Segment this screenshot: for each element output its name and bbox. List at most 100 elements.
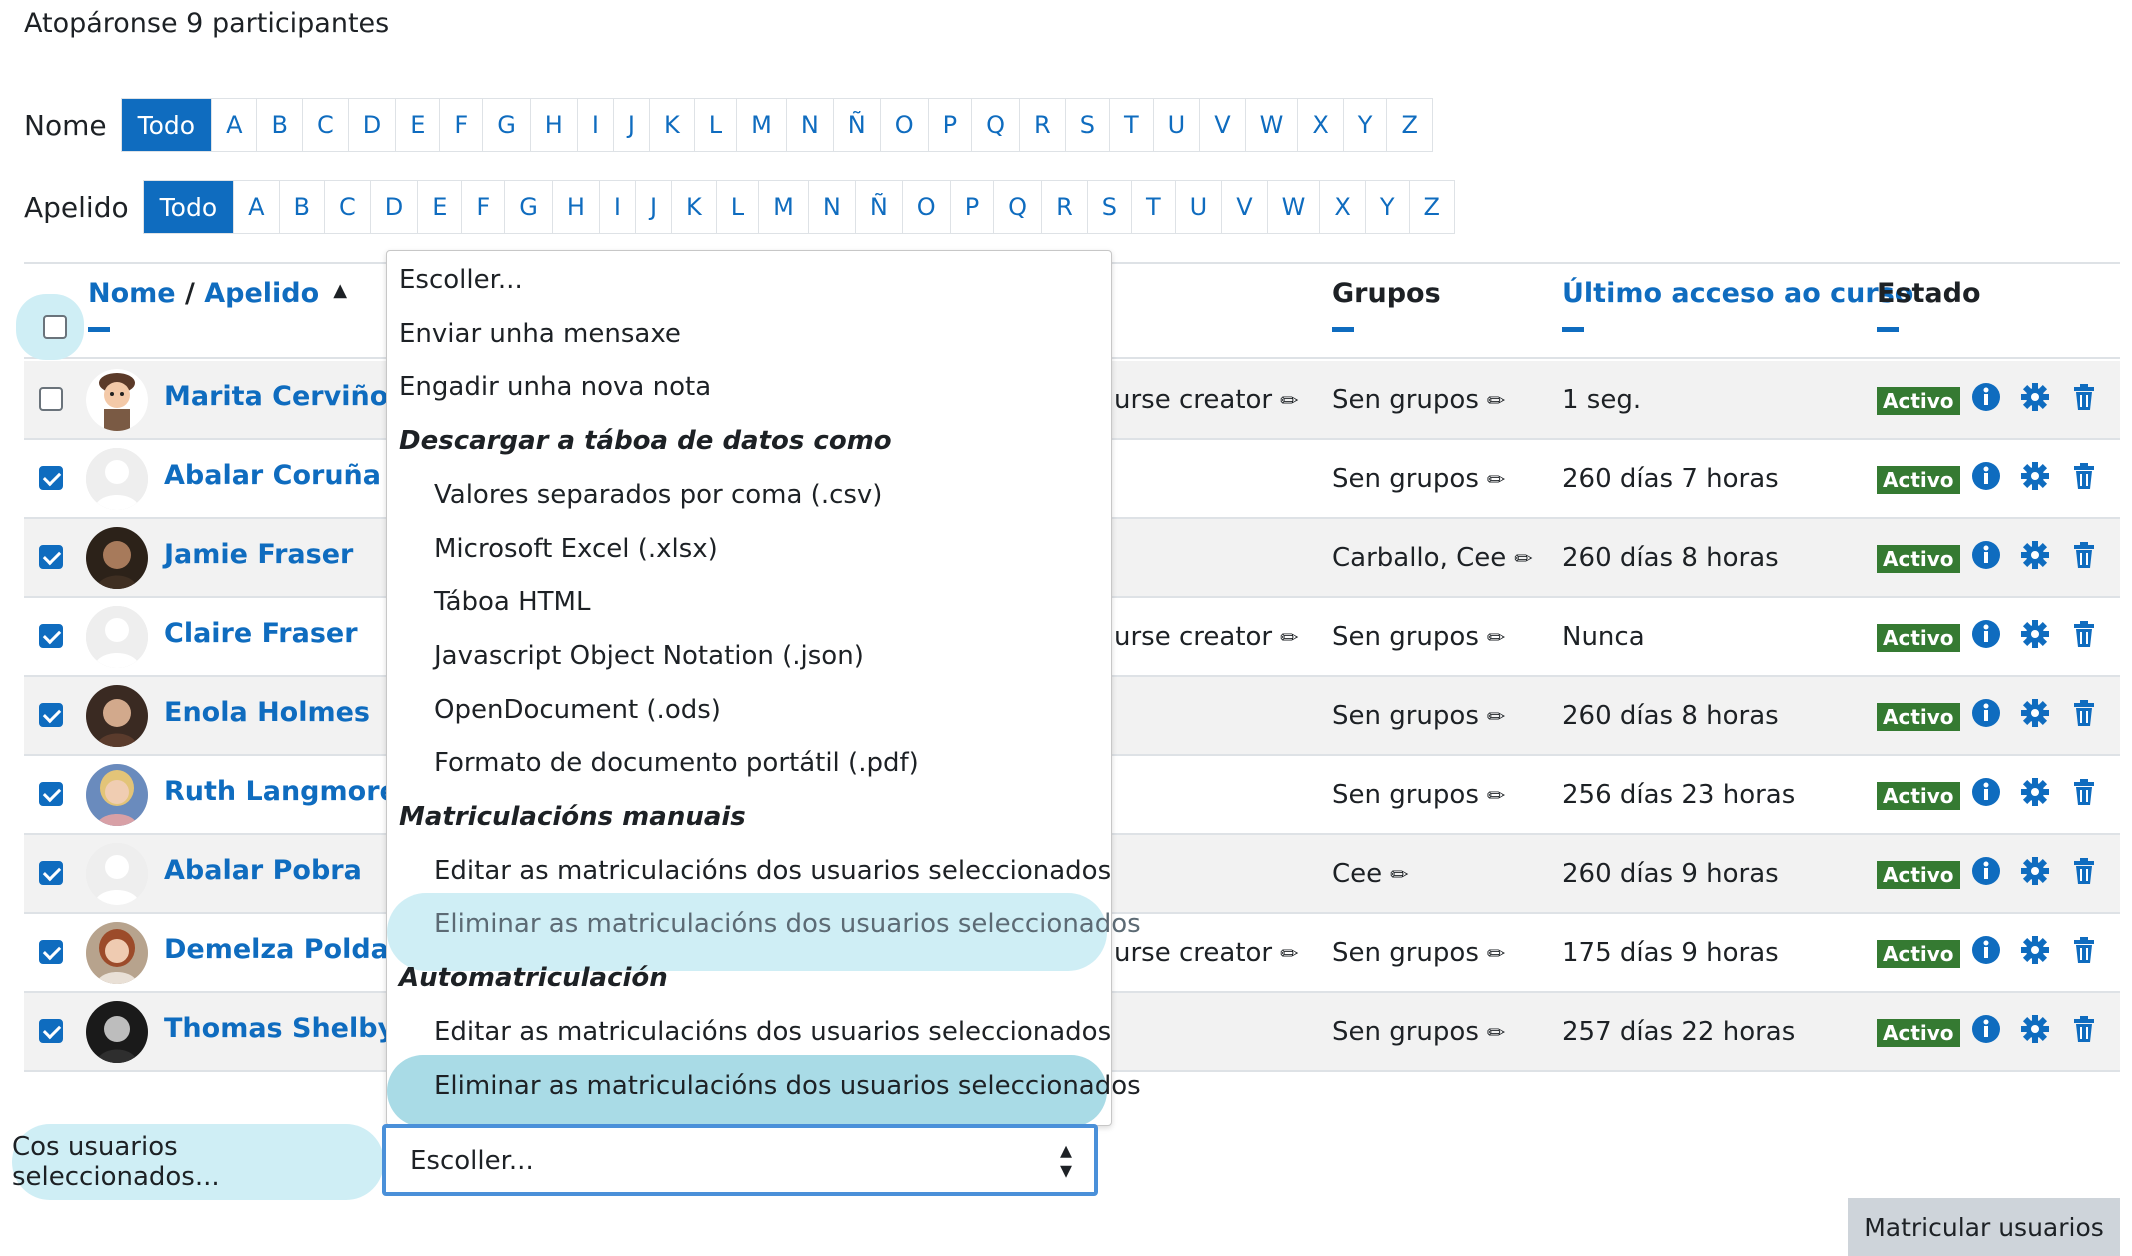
first-name-initial-letter[interactable]: P (927, 99, 971, 151)
edit-groups-pencil-icon[interactable]: ✏ (1487, 468, 1505, 493)
edit-groups-pencil-icon[interactable]: ✏ (1487, 1021, 1505, 1046)
enrolment-details-info-icon[interactable] (1970, 1013, 2002, 1045)
edit-groups-pencil-icon[interactable]: ✏ (1514, 547, 1532, 572)
hide-column-icon[interactable] (88, 327, 110, 332)
last-name-initial-letter[interactable]: L (715, 181, 758, 233)
row-select-checkbox[interactable] (39, 703, 63, 727)
enrol-users-button[interactable]: Matricular usuarios (1848, 1198, 2120, 1256)
row-select-checkbox[interactable] (39, 1019, 63, 1043)
first-name-initial-letter[interactable]: K (649, 99, 694, 151)
unenrol-trash-icon[interactable] (2068, 697, 2100, 729)
first-name-initial-letter[interactable]: A (211, 99, 256, 151)
edit-enrolment-gear-icon[interactable] (2019, 460, 2051, 492)
first-name-initial-letter[interactable]: B (256, 99, 301, 151)
dropdown-option[interactable]: Editar as matriculacións dos usuarios se… (434, 856, 1111, 886)
first-name-initial-letter[interactable]: O (879, 99, 928, 151)
edit-enrolment-gear-icon[interactable] (2019, 776, 2051, 808)
unenrol-trash-icon[interactable] (2068, 460, 2100, 492)
bulk-actions-select[interactable]: Escoller... ▴ ▾ (382, 1124, 1098, 1196)
edit-enrolment-gear-icon[interactable] (2019, 934, 2051, 966)
dropdown-option[interactable]: Enviar unha mensaxe (399, 319, 681, 349)
last-name-initial-letter[interactable]: C (324, 181, 370, 233)
last-name-initial-letter[interactable]: E (417, 181, 461, 233)
participant-name-link[interactable]: Enola Holmes (164, 697, 370, 728)
row-select-checkbox[interactable] (39, 387, 63, 411)
first-name-initial-all[interactable]: Todo (121, 99, 212, 151)
dropdown-option[interactable]: Valores separados por coma (.csv) (434, 480, 882, 510)
dropdown-option[interactable]: Eliminar as matriculacións dos usuarios … (434, 909, 1141, 939)
dropdown-option[interactable]: Táboa HTML (434, 587, 590, 617)
first-name-initial-letter[interactable]: T (1108, 99, 1153, 151)
unenrol-trash-icon[interactable] (2068, 855, 2100, 887)
first-name-initial-letter[interactable]: C (301, 99, 348, 151)
last-name-initial-letter[interactable]: P (949, 181, 993, 233)
dropdown-option[interactable]: Engadir unha nova nota (399, 372, 711, 402)
unenrol-trash-icon[interactable] (2068, 1013, 2100, 1045)
first-name-initial-letter[interactable]: I (576, 99, 613, 151)
last-name-initial-letter[interactable]: F (461, 181, 504, 233)
participant-name-link[interactable]: Abalar Pobra (164, 855, 362, 886)
edit-enrolment-gear-icon[interactable] (2019, 1013, 2051, 1045)
first-name-initial-letter[interactable]: W (1244, 99, 1298, 151)
last-name-initial-letter[interactable]: A (233, 181, 278, 233)
enrolment-details-info-icon[interactable] (1970, 381, 2002, 413)
edit-groups-pencil-icon[interactable]: ✏ (1487, 784, 1505, 809)
edit-enrolment-gear-icon[interactable] (2019, 618, 2051, 650)
row-select-checkbox[interactable] (39, 545, 63, 569)
row-select-checkbox[interactable] (39, 861, 63, 885)
edit-groups-pencil-icon[interactable]: ✏ (1487, 942, 1505, 967)
participant-name-link[interactable]: Demelza Poldark (164, 934, 420, 965)
last-name-initial-letter[interactable]: Z (1408, 181, 1454, 233)
last-name-initial-letter[interactable]: T (1130, 181, 1175, 233)
edit-enrolment-gear-icon[interactable] (2019, 855, 2051, 887)
row-select-checkbox[interactable] (39, 782, 63, 806)
enrolment-details-info-icon[interactable] (1970, 776, 2002, 808)
last-name-initial-letter[interactable]: K (671, 181, 716, 233)
sort-last-name-link[interactable]: Apelido (204, 278, 319, 309)
last-name-initial-letter[interactable]: N (807, 181, 855, 233)
edit-groups-pencil-icon[interactable]: ✏ (1390, 863, 1408, 888)
last-name-initial-letter[interactable]: H (551, 181, 599, 233)
last-access-header-label[interactable]: Último acceso ao curso (1562, 278, 1913, 309)
unenrol-trash-icon[interactable] (2068, 618, 2100, 650)
last-name-initial-letter[interactable]: Ñ (854, 181, 902, 233)
participant-name-link[interactable]: Marita Cerviño (164, 381, 388, 412)
edit-enrolment-gear-icon[interactable] (2019, 697, 2051, 729)
participant-name-link[interactable]: Thomas Shelby (164, 1013, 395, 1044)
participant-name-link[interactable]: Abalar Coruña (164, 460, 381, 491)
first-name-initial-letter[interactable]: G (482, 99, 530, 151)
first-name-initial-letter[interactable]: M (736, 99, 786, 151)
last-name-initial-letter[interactable]: S (1086, 181, 1131, 233)
last-name-initial-letter[interactable]: O (901, 181, 950, 233)
sort-first-name-link[interactable]: Nome (88, 278, 176, 309)
enrolment-details-info-icon[interactable] (1970, 539, 2002, 571)
dropdown-option[interactable]: Eliminar as matriculacións dos usuarios … (434, 1071, 1141, 1101)
first-name-initial-letter[interactable]: Z (1386, 99, 1431, 151)
first-name-initial-letter[interactable]: Y (1342, 99, 1387, 151)
unenrol-trash-icon[interactable] (2068, 381, 2100, 413)
first-name-initial-letter[interactable]: X (1297, 99, 1342, 151)
enrolment-details-info-icon[interactable] (1970, 697, 2002, 729)
first-name-initial-letter[interactable]: F (439, 99, 482, 151)
enrolment-details-info-icon[interactable] (1970, 460, 2002, 492)
unenrol-trash-icon[interactable] (2068, 776, 2100, 808)
last-name-initial-letter[interactable]: X (1319, 181, 1364, 233)
last-name-initial-letter[interactable]: U (1174, 181, 1222, 233)
row-select-checkbox[interactable] (39, 624, 63, 648)
last-name-initial-letter[interactable]: Y (1364, 181, 1409, 233)
last-name-initial-letter[interactable]: V (1221, 181, 1266, 233)
edit-roles-pencil-icon[interactable]: ✏ (1280, 626, 1298, 651)
last-name-initial-letter[interactable]: Q (993, 181, 1041, 233)
participant-name-link[interactable]: Ruth Langmore (164, 776, 398, 807)
first-name-initial-letter[interactable]: R (1019, 99, 1065, 151)
last-name-initial-letter[interactable]: B (278, 181, 324, 233)
first-name-initial-letter[interactable]: V (1199, 99, 1244, 151)
last-name-initial-letter[interactable]: G (504, 181, 552, 233)
dropdown-option[interactable]: Microsoft Excel (.xlsx) (434, 534, 718, 564)
edit-roles-pencil-icon[interactable]: ✏ (1280, 389, 1298, 414)
dropdown-option[interactable]: Formato de documento portátil (.pdf) (434, 748, 919, 778)
dropdown-option[interactable]: Javascript Object Notation (.json) (434, 641, 864, 671)
edit-groups-pencil-icon[interactable]: ✏ (1487, 705, 1505, 730)
last-name-initial-letter[interactable]: I (598, 181, 635, 233)
edit-groups-pencil-icon[interactable]: ✏ (1487, 626, 1505, 651)
